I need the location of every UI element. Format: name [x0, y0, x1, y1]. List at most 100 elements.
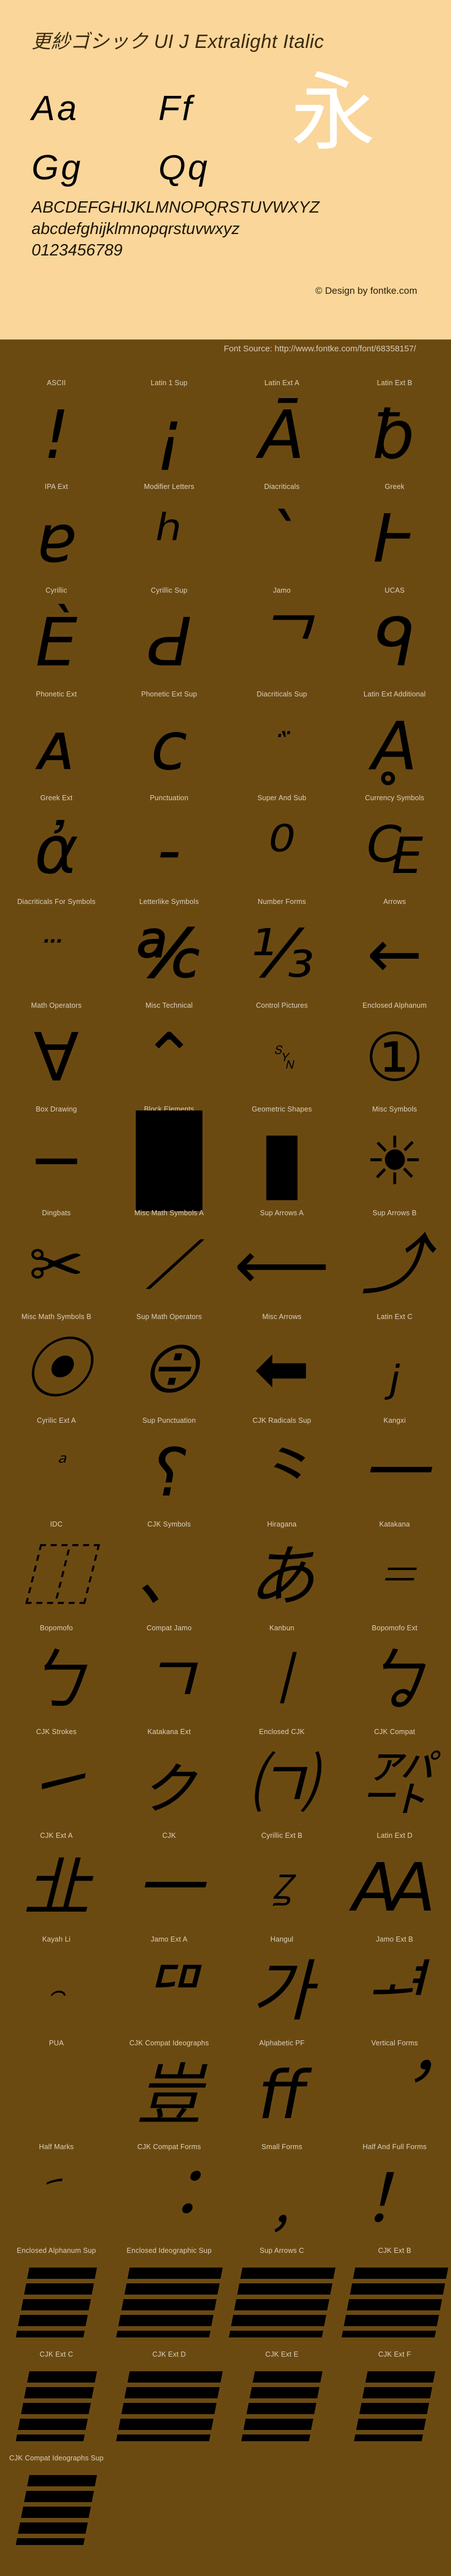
- unicode-block-label: Cyrillic Ext B: [261, 1832, 303, 1840]
- unicode-block-cell: PUA: [0, 2039, 113, 2143]
- unicode-block-row: PUA CJK Compat Ideographs 豈 Alphabetic PF ﬀ V…: [0, 2039, 451, 2143]
- unicode-block-glyph: Ͱ: [373, 500, 417, 577]
- unicode-block-label: Jamo Ext B: [376, 1935, 413, 1943]
- unicode-block-cell: Block Elements █: [113, 1105, 226, 1209]
- unicode-block-row: CJK Ext C CJK Ext D CJK Ext E CJK Ext F: [0, 2350, 451, 2454]
- unicode-block-glyph: █: [136, 1112, 202, 1210]
- unicode-block-label: PUA: [48, 2039, 64, 2047]
- unicode-block-label: Misc Technical: [145, 1002, 193, 1009]
- unicode-block-label: Latin Ext D: [377, 1832, 413, 1840]
- unicode-block-glyph: Ꜳ: [353, 1849, 436, 1926]
- unicode-block-glyph: ⸮: [151, 1433, 187, 1511]
- unicode-block-cell: Misc Symbols ☀: [338, 1105, 451, 1209]
- unicode-block-cell: Arrows ←: [338, 898, 451, 1002]
- unicode-block-glyph: Ԁ: [146, 603, 192, 681]
- unicode-block-cell: Half And Full Forms ！: [338, 2143, 451, 2247]
- unicode-block-row: Phonetic Ext ᴀ Phonetic Ext Sup ᴄ Diacritica…: [0, 690, 451, 794]
- specimen-header: 更紗ゴシック UI J Extralight Italic Aa Ff Gg Q…: [0, 0, 451, 339]
- unicode-block-label: Vertical Forms: [371, 2039, 418, 2047]
- unicode-block-label: CJK Ext F: [378, 2350, 412, 2358]
- unicode-block-cell: Latin Ext Additional Ḁ: [338, 690, 451, 794]
- missing-glyph-box-icon: [116, 2371, 223, 2441]
- unicode-block-glyph: ƀ: [373, 396, 416, 474]
- unicode-block-label: Misc Math Symbols B: [21, 1313, 91, 1321]
- unicode-block-label: Arrows: [383, 898, 406, 906]
- unicode-block-cell: Super And Sub ⁰: [226, 794, 338, 898]
- unicode-block-label: UCAS: [384, 586, 405, 594]
- unicode-block-cell: CJK Ext B: [338, 2247, 451, 2350]
- unicode-block-glyph: ⟵: [234, 1226, 330, 1304]
- unicode-block-label: Latin Ext A: [264, 379, 299, 387]
- unicode-block-glyph: [338, 2358, 451, 2454]
- unicode-block-label: Katakana Ext: [147, 1728, 191, 1736]
- unicode-block-cell: Geometric Shapes ▮: [226, 1105, 338, 1209]
- missing-glyph-box-icon: [116, 2268, 223, 2337]
- unicode-block-label: Kanbun: [269, 1624, 295, 1632]
- unicode-block-glyph: ⼀: [361, 1433, 428, 1511]
- unicode-block-cell: CJK Ext A 㐀: [0, 1832, 113, 1935]
- unicode-block-cell: Latin Ext B ƀ: [338, 379, 451, 483]
- unicode-block-row: IPA Ext ɐ Modifier Letters ʰ Diacriticals ˋ Gr…: [0, 483, 451, 586]
- unicode-block-cell: CJK Symbols 、: [113, 1520, 226, 1624]
- unicode-block-cell: IDC ⿰: [0, 1520, 113, 1624]
- unicode-block-row: Enclosed Alphanum Sup Enclosed Ideographi…: [0, 2247, 451, 2350]
- unicode-block-cell: Dingbats ✂: [0, 1209, 113, 1313]
- unicode-block-glyph: ⨸: [143, 1330, 196, 1408]
- unicode-block-cell: Diacriticals Sup᷀: [226, 690, 338, 794]
- unicode-block-glyph: ✂: [28, 1226, 85, 1304]
- unicode-block-glyph: ︐: [361, 2056, 428, 2134]
- unicode-block-row: Misc Math Symbols B ⦿ Sup Math Operators ⨸ M…: [0, 1313, 451, 1417]
- unicode-block-glyph: ᄀ: [251, 603, 313, 681]
- unicode-block-glyph: [226, 2255, 338, 2350]
- digit-row: 0123456789: [32, 241, 123, 259]
- missing-glyph-box-icon: [341, 2268, 448, 2337]
- unicode-block-label: Misc Math Symbols A: [134, 1209, 204, 1217]
- unicode-block-label: Kayah Li: [42, 1935, 71, 1943]
- unicode-block-label: Latin Ext B: [377, 379, 413, 387]
- unicode-block-glyph: ﹐: [248, 2160, 315, 2238]
- unicode-block-label: Box Drawing: [36, 1105, 77, 1113]
- unicode-block-cell: Alphabetic PF ﬀ: [226, 2039, 338, 2143]
- unicode-block-cell: Letterlike Symbols ℀: [113, 898, 226, 1002]
- unicode-block-label: Cyrillic: [45, 586, 68, 594]
- unicode-block-cell: Cyrilic Ext Aⷶ: [0, 1417, 113, 1520]
- unicode-block-cell-empty: [113, 2454, 226, 2558]
- unicode-block-label: Diacriticals: [264, 483, 300, 491]
- unicode-block-glyph: [113, 2358, 226, 2454]
- unicode-block-glyph: [0, 2255, 113, 2350]
- unicode-block-label: Latin 1 Sup: [151, 379, 188, 387]
- unicode-block-cell: Compat Jamo ㄱ: [113, 1624, 226, 1728]
- unicode-block-glyph: ⌃: [141, 1018, 197, 1096]
- unicode-block-label: IPA Ext: [45, 483, 68, 491]
- unicode-block-label: CJK Ext C: [39, 2350, 73, 2358]
- unicode-block-label: Math Operators: [31, 1002, 82, 1009]
- unicode-block-cell: Sup Arrows A ⟵: [226, 1209, 338, 1313]
- unicode-block-cell: Vertical Forms ︐: [338, 2039, 451, 2143]
- font-source-bar: Font Source: http://www.fontke.com/font/…: [0, 339, 451, 362]
- unicode-block-row: Cyrilic Ext Aⷶ Sup Punctuation ⸮ CJK Radica…: [0, 1417, 451, 1520]
- unicode-block-glyph: ␖: [268, 1038, 295, 1077]
- unicode-block-glyph: ἀ: [34, 811, 78, 889]
- unicode-block-glyph: ʰ: [156, 500, 183, 577]
- font-source-link[interactable]: Font Source: http://www.fontke.com/font/…: [224, 344, 416, 354]
- unicode-block-label: Cyrillic Sup: [151, 586, 188, 594]
- unicode-block-glyph: ⱼ: [388, 1330, 401, 1408]
- unicode-block-glyph: ㈀: [248, 1745, 315, 1823]
- unicode-block-label: Number Forms: [258, 898, 306, 906]
- unicode-block-glyph: ①: [365, 1018, 425, 1096]
- cjk-sample-glyph: 永: [291, 64, 376, 162]
- unicode-block-glyph: ︓: [135, 2160, 202, 2238]
- unicode-block-label: Jamo: [273, 586, 291, 594]
- unicode-block-cell: Latin Ext A Ā: [226, 379, 338, 483]
- missing-glyph-box-icon: [15, 2268, 98, 2337]
- unicode-block-glyph: ㆐: [248, 1641, 315, 1719]
- unicode-block-label: CJK Ext E: [265, 2350, 299, 2358]
- unicode-block-cell: Kanbun ㆐: [226, 1624, 338, 1728]
- letter-pair: Qq: [158, 148, 210, 187]
- unicode-block-cell: Punctuation ‐: [113, 794, 226, 898]
- unicode-block-row: IDC ⿰ CJK Symbols 、 Hiragana あ Katakana ゠: [0, 1520, 451, 1624]
- font-title: 更紗ゴシック UI J Extralight Italic: [32, 31, 324, 52]
- unicode-block-label: Enclosed Alphanum: [362, 1002, 427, 1009]
- unicode-block-glyph: ⬅: [254, 1330, 310, 1408]
- unicode-block-glyph: [113, 2255, 226, 2350]
